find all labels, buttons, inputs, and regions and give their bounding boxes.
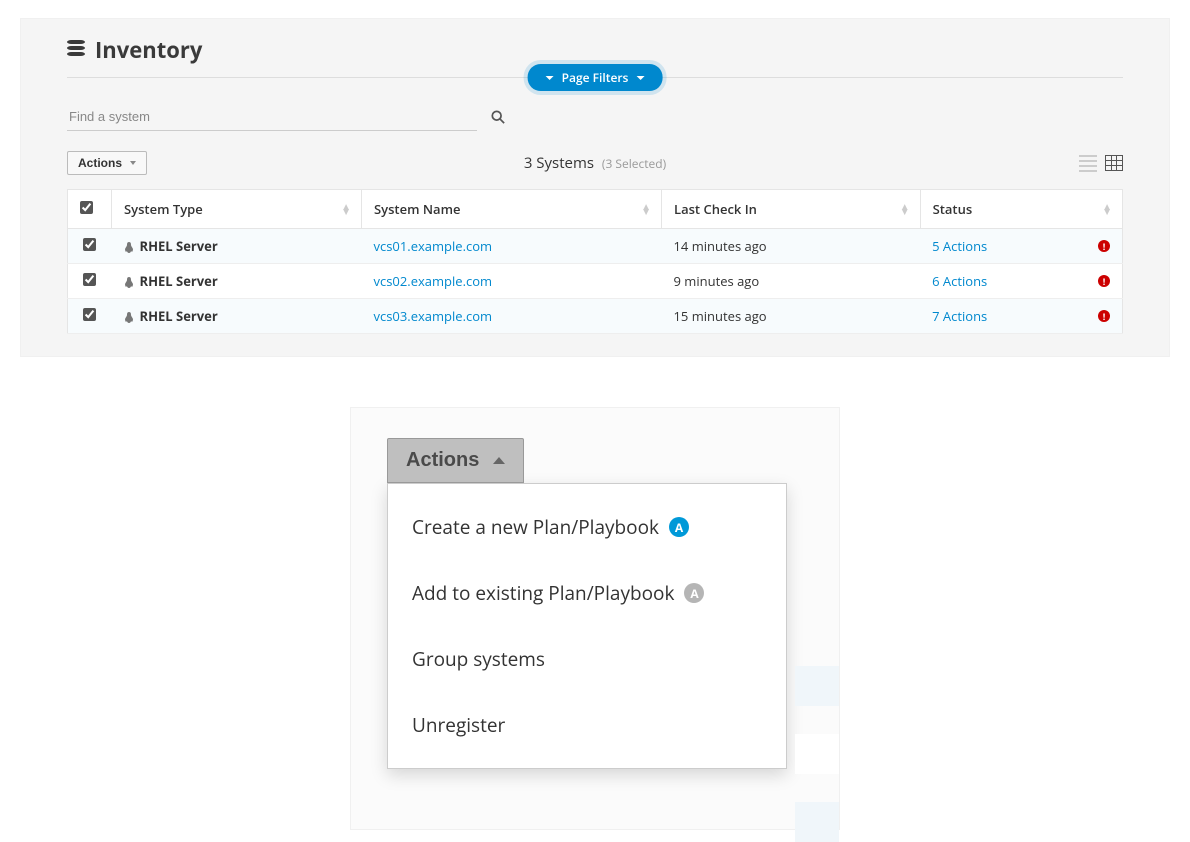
- actions-label: Actions: [78, 156, 122, 170]
- actions-dropdown-button[interactable]: Actions: [67, 151, 147, 175]
- error-icon: !: [1098, 275, 1110, 287]
- error-icon: !: [1098, 310, 1110, 322]
- cell-status-link[interactable]: 7 Actions: [932, 307, 987, 325]
- menu-item-add-existing-plan[interactable]: Add to existing Plan/Playbook A: [388, 560, 786, 626]
- col-header-type[interactable]: System Type ▲▼: [112, 190, 362, 229]
- ansible-badge-icon: A: [669, 517, 689, 537]
- linux-icon: [124, 312, 134, 324]
- search-icon[interactable]: [491, 110, 505, 124]
- cell-name-link[interactable]: vcs02.example.com: [374, 272, 493, 290]
- menu-item-create-plan[interactable]: Create a new Plan/Playbook A: [388, 494, 786, 560]
- cell-name-link[interactable]: vcs01.example.com: [374, 237, 493, 255]
- menu-item-unregister[interactable]: Unregister: [388, 692, 786, 758]
- cell-type: RHEL Server: [140, 237, 218, 255]
- menu-item-group-systems[interactable]: Group systems: [388, 626, 786, 692]
- database-icon: [67, 40, 85, 60]
- caret-down-icon: [636, 76, 644, 80]
- actions-label: Actions: [406, 449, 479, 472]
- col-header-checkin[interactable]: Last Check In ▲▼: [662, 190, 921, 229]
- list-view-icon[interactable]: [1079, 155, 1097, 171]
- ansible-badge-icon: A: [684, 583, 704, 603]
- menu-item-label: Create a new Plan/Playbook: [412, 514, 659, 540]
- row-checkbox[interactable]: [83, 273, 96, 286]
- page-title: Inventory: [95, 35, 202, 65]
- chevron-up-icon: [493, 457, 505, 464]
- actions-dropdown-menu: Create a new Plan/Playbook A Add to exis…: [387, 483, 787, 769]
- menu-item-label: Add to existing Plan/Playbook: [412, 580, 674, 606]
- inventory-table: System Type ▲▼ System Name ▲▼ Last Check…: [67, 189, 1123, 334]
- sort-icon: ▲▼: [641, 204, 651, 214]
- sort-icon: ▲▼: [900, 204, 910, 214]
- actions-menu-card: Actions Create a new Plan/Playbook A Add…: [350, 407, 840, 830]
- toolbar-row: Actions 3 Systems (3 Selected): [67, 151, 1123, 175]
- page-filters-label: Page Filters: [562, 69, 629, 86]
- cell-checkin: 14 minutes ago: [674, 237, 767, 255]
- grid-view-icon[interactable]: [1105, 155, 1123, 171]
- cell-type: RHEL Server: [140, 272, 218, 290]
- cell-checkin: 15 minutes ago: [674, 307, 767, 325]
- menu-item-label: Unregister: [412, 712, 505, 738]
- search-input[interactable]: [67, 103, 477, 131]
- chevron-down-icon: [130, 161, 136, 165]
- row-checkbox[interactable]: [83, 238, 96, 251]
- col-header-status[interactable]: Status ▲▼: [920, 190, 1122, 229]
- bg-stripe: [795, 802, 839, 842]
- cell-status-link[interactable]: 5 Actions: [932, 237, 987, 255]
- bg-stripe: [795, 734, 839, 774]
- linux-icon: [124, 242, 134, 254]
- cell-status-link[interactable]: 6 Actions: [932, 272, 987, 290]
- table-row: RHEL Server vcs01.example.com 14 minutes…: [68, 229, 1123, 264]
- linux-icon: [124, 277, 134, 289]
- sort-icon: ▲▼: [341, 204, 351, 214]
- view-toggles: [1079, 155, 1123, 171]
- cell-name-link[interactable]: vcs03.example.com: [374, 307, 493, 325]
- table-row: RHEL Server vcs02.example.com 9 minutes …: [68, 264, 1123, 299]
- error-icon: !: [1098, 240, 1110, 252]
- col-header-name[interactable]: System Name ▲▼: [362, 190, 662, 229]
- page-filters-button[interactable]: Page Filters: [528, 64, 663, 91]
- col-header-checkbox: [68, 190, 112, 229]
- row-checkbox[interactable]: [83, 308, 96, 321]
- systems-count: 3 Systems (3 Selected): [524, 153, 666, 173]
- cell-type: RHEL Server: [140, 307, 218, 325]
- search-row: [67, 103, 1123, 131]
- cell-checkin: 9 minutes ago: [674, 272, 760, 290]
- actions-dropdown-open-button[interactable]: Actions: [387, 438, 524, 483]
- inventory-panel: Inventory Page Filters Actions 3 Systems…: [20, 18, 1170, 357]
- menu-item-label: Group systems: [412, 646, 545, 672]
- sort-icon: ▲▼: [1102, 204, 1112, 214]
- table-row: RHEL Server vcs03.example.com 15 minutes…: [68, 299, 1123, 334]
- bg-stripe: [795, 666, 839, 706]
- select-all-checkbox[interactable]: [80, 201, 93, 214]
- caret-down-icon: [546, 76, 554, 80]
